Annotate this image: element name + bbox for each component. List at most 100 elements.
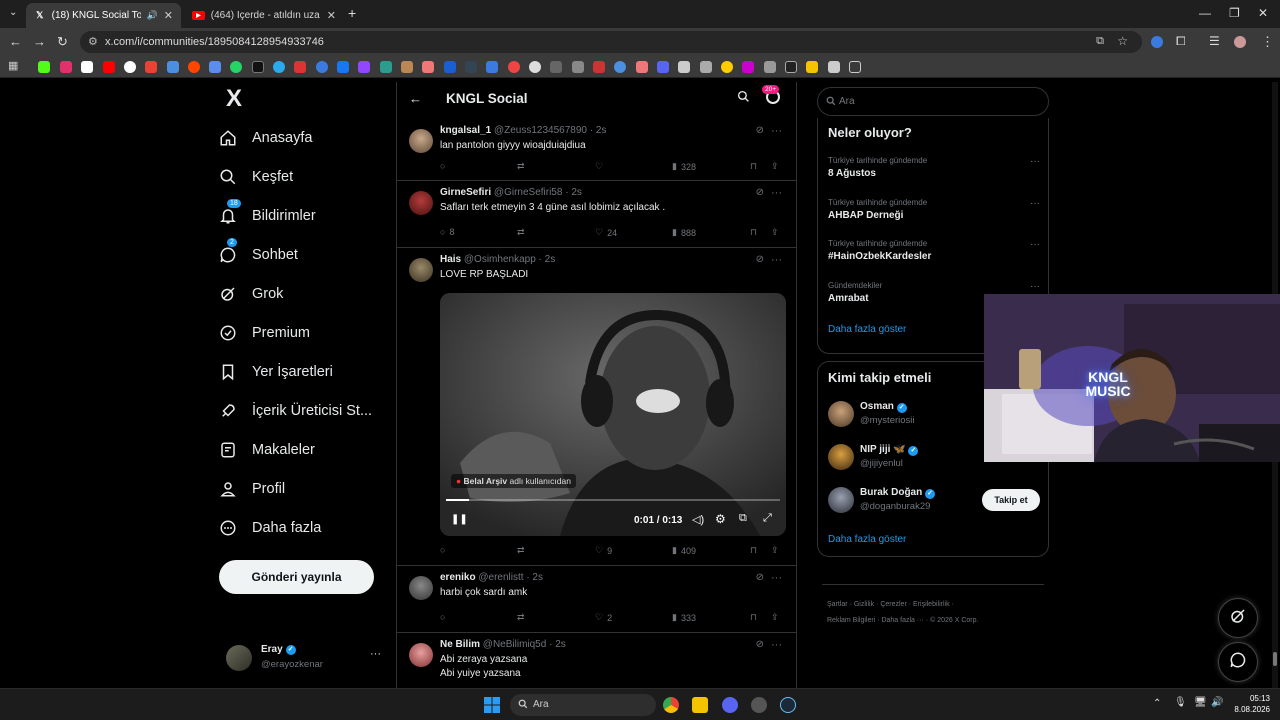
site-info-icon[interactable]: ⚙: [88, 35, 98, 48]
like-icon[interactable]: ♡ 24: [595, 227, 617, 238]
minimize-icon[interactable]: —: [1199, 6, 1211, 20]
bookmark-icon[interactable]: ⊓: [750, 545, 757, 556]
grok-icon[interactable]: ⊘: [756, 187, 764, 198]
grok-fab-button[interactable]: [1218, 598, 1258, 638]
bookmark-star-icon[interactable]: ☆: [1117, 34, 1128, 48]
pip-icon[interactable]: ⧉: [739, 512, 747, 525]
bookmark-icon[interactable]: [316, 61, 328, 73]
windows-start-icon[interactable]: [484, 697, 500, 718]
more-dots-icon[interactable]: ···: [771, 572, 782, 584]
views-icon[interactable]: ▮ 409: [672, 545, 696, 556]
profile-avatar-icon[interactable]: [1234, 36, 1246, 48]
sidebar-item-notifications[interactable]: 18 Bildirimler: [218, 199, 316, 226]
reading-list-icon[interactable]: ☰: [1209, 34, 1220, 48]
audio-icon[interactable]: 🔊: [147, 10, 158, 21]
bookmark-icon[interactable]: [486, 61, 498, 73]
post-button[interactable]: Gönderi yayınla: [219, 560, 374, 594]
reply-icon[interactable]: ○: [440, 545, 445, 555]
share-icon[interactable]: ⇪: [771, 545, 779, 556]
bookmark-icon[interactable]: [550, 61, 562, 73]
bookmark-icon[interactable]: [167, 61, 179, 73]
bookmark-icon[interactable]: [764, 61, 776, 73]
post-author-name[interactable]: Hais: [440, 254, 461, 265]
share-icon[interactable]: ⇪: [771, 227, 779, 238]
bookmark-icon[interactable]: [529, 61, 541, 73]
video-progress-track[interactable]: [446, 499, 780, 501]
bookmark-icon[interactable]: [401, 61, 413, 73]
folder-icon[interactable]: [806, 61, 818, 73]
bookmark-icon[interactable]: [657, 61, 669, 73]
volume-icon[interactable]: ◁): [692, 513, 704, 526]
reply-icon[interactable]: ○: [440, 161, 445, 171]
reddit-icon[interactable]: [188, 61, 200, 73]
facebook-icon[interactable]: [337, 61, 349, 73]
close-icon[interactable]: ✕: [164, 9, 173, 22]
reload-icon[interactable]: ↻: [57, 34, 68, 50]
views-icon[interactable]: ▮ 333: [672, 612, 696, 623]
bookmark-icon[interactable]: [614, 61, 626, 73]
sidebar-item-articles[interactable]: Makaleler: [218, 440, 315, 460]
account-switcher[interactable]: Eray ✓ @erayozkenar ···: [226, 642, 386, 682]
taskbar-search[interactable]: Ara: [510, 694, 656, 716]
post-author-name[interactable]: GirneSefiri: [440, 187, 491, 198]
fullscreen-icon[interactable]: ⤢: [763, 512, 772, 525]
menu-dots-icon[interactable]: ⋮: [1261, 34, 1274, 50]
sidebar-item-home[interactable]: Anasayfa: [218, 128, 312, 148]
bookmark-icon[interactable]: [508, 61, 520, 73]
like-icon[interactable]: ♡ 2: [595, 612, 612, 623]
share-icon[interactable]: ⇪: [771, 161, 779, 172]
video-player[interactable]: ● Belal Arşiv adlı kullanıcıdan ❚❚ 0:01 …: [440, 293, 786, 536]
sidebar-item-premium[interactable]: Premium: [218, 323, 310, 343]
more-dots-icon[interactable]: ···: [771, 254, 782, 266]
bookmark-icon[interactable]: [636, 61, 648, 73]
search-input[interactable]: Ara: [817, 87, 1049, 116]
bookmark-icon[interactable]: [721, 61, 733, 73]
app-icon[interactable]: [751, 697, 767, 713]
bookmark-icon[interactable]: [209, 61, 221, 73]
extensions-puzzle-icon[interactable]: ⧠: [1176, 34, 1186, 49]
more-dots-icon[interactable]: ···: [370, 648, 381, 660]
new-tab-icon[interactable]: +: [348, 5, 356, 21]
back-icon[interactable]: ←: [9, 34, 22, 49]
bookmark-icon[interactable]: [294, 61, 306, 73]
trend-item[interactable]: Türkiye tarihinde gündemde AHBAP Derneği…: [828, 198, 1040, 221]
footer-link[interactable]: Çerezler: [880, 601, 906, 608]
retweet-icon[interactable]: ⇄: [517, 612, 525, 623]
pause-icon[interactable]: ❚❚: [451, 514, 468, 525]
sidebar-item-profile[interactable]: Profil: [218, 479, 285, 499]
apps-grid-icon[interactable]: ▦: [8, 59, 20, 72]
back-arrow-icon[interactable]: ←: [409, 91, 422, 106]
file-explorer-icon[interactable]: [692, 697, 708, 713]
footer-link[interactable]: Erişilebilirlik: [913, 601, 950, 608]
sidebar-item-creator-studio[interactable]: İçerik Üreticisi St...: [218, 401, 372, 421]
video-attribution[interactable]: ● Belal Arşiv adlı kullanıcıdan: [451, 474, 576, 488]
bookmark-icon[interactable]: [252, 61, 264, 73]
bookmark-icon[interactable]: [828, 61, 840, 73]
footer-link[interactable]: Gizlilik: [854, 601, 874, 608]
more-dots-icon[interactable]: ···: [1030, 198, 1040, 209]
microphone-icon[interactable]: 🎙: [1174, 697, 1187, 708]
grok-icon[interactable]: ⊘: [756, 254, 764, 265]
like-icon[interactable]: ♡ 9: [595, 545, 612, 556]
youtube-bookmark-icon[interactable]: [103, 61, 115, 73]
retweet-icon[interactable]: ⇄: [517, 545, 525, 556]
kick-icon[interactable]: [38, 61, 50, 73]
close-icon[interactable]: ✕: [327, 9, 336, 22]
whatsapp-icon[interactable]: [230, 61, 242, 73]
retweet-icon[interactable]: ⇄: [517, 161, 525, 172]
bookmark-icon[interactable]: [849, 61, 861, 73]
grok-icon[interactable]: ⊘: [756, 572, 764, 583]
sidebar-item-bookmarks[interactable]: Yer İşaretleri: [218, 362, 333, 382]
bookmark-icon[interactable]: [422, 61, 434, 73]
telegram-icon[interactable]: [273, 61, 285, 73]
bookmark-icon[interactable]: [465, 61, 477, 73]
more-dots-icon[interactable]: ···: [1030, 156, 1040, 167]
settings-icon[interactable]: ⚙: [715, 512, 726, 526]
views-icon[interactable]: ▮ 328: [672, 161, 696, 172]
bookmark-icon[interactable]: ⊓: [750, 161, 757, 172]
gmail-icon[interactable]: [145, 61, 157, 73]
tab-youtube[interactable]: ▶ (464) İçerde - atıldın uza edit - ✕: [184, 3, 344, 28]
address-bar[interactable]: ⚙ x.com/i/communities/189508412895493374…: [80, 31, 1142, 53]
extension-icon[interactable]: [1151, 36, 1163, 48]
grok-icon[interactable]: ⊘: [756, 639, 764, 650]
